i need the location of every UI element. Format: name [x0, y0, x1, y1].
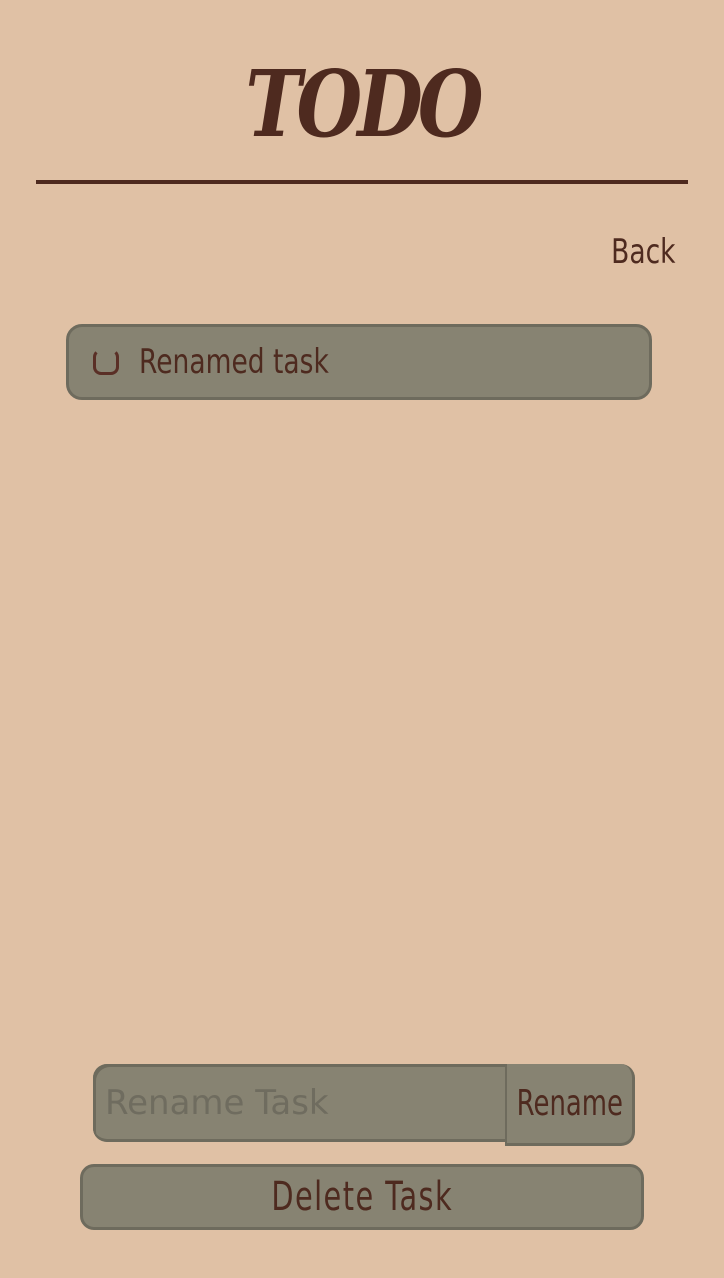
rename-task-input[interactable] [93, 1064, 523, 1142]
todo-page: TODO Back Renamed task Rename Delete Tas… [0, 0, 724, 1278]
rename-button-label: Rename [516, 1083, 623, 1124]
task-checkbox[interactable] [93, 349, 119, 375]
page-title: TODO [245, 50, 483, 158]
task-name: Renamed task [139, 342, 329, 382]
rename-button[interactable]: Rename [505, 1064, 635, 1146]
delete-task-label: Delete Task [271, 1174, 453, 1220]
task-item[interactable]: Renamed task [66, 324, 652, 400]
delete-task-button[interactable]: Delete Task [80, 1164, 644, 1230]
title-divider [36, 180, 688, 184]
back-link[interactable]: Back [612, 232, 676, 272]
rename-row: Rename [93, 1064, 635, 1146]
